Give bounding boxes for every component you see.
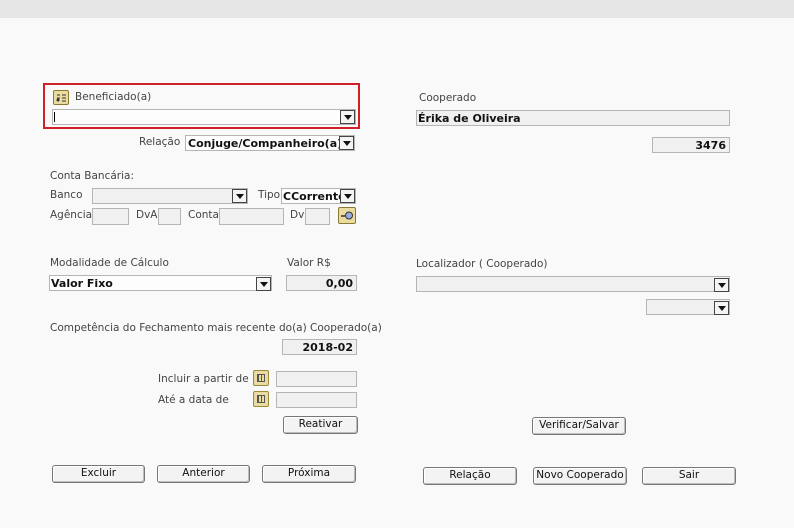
conta-field[interactable] (219, 208, 284, 225)
modalidade-dropdown-icon[interactable] (256, 277, 271, 291)
valor-label: Valor R$ (287, 257, 331, 269)
conta-bancaria-title: Conta Bancária: (50, 170, 135, 182)
banco-combo[interactable] (92, 188, 248, 204)
tipo-value: CCorrente (283, 190, 346, 203)
dv-field[interactable] (305, 208, 330, 225)
incluir-date-field[interactable] (276, 371, 357, 387)
relacao-value: Conjuge/Companheiro(a) (188, 137, 343, 150)
cooperado-label: Cooperado (419, 92, 477, 104)
cooperado-name-field: Érika de Oliveira (416, 110, 730, 126)
banco-dropdown-icon[interactable] (232, 189, 247, 203)
beneficiado-combo[interactable] (52, 109, 356, 125)
valor-value: 0,00 (325, 277, 353, 290)
modalidade-value: Valor Fixo (51, 277, 113, 290)
ate-label: Até a data de (158, 394, 229, 406)
cooperado-name: Érika de Oliveira (418, 112, 521, 125)
cooperado-code-field: 3476 (652, 137, 730, 153)
relacao-dropdown-icon[interactable] (339, 136, 354, 150)
verificar-salvar-button[interactable]: Verificar/Salvar (532, 417, 626, 435)
competencia-field: 2018-02 (282, 339, 357, 355)
dva-label: DvA (136, 209, 158, 221)
tipo-dropdown-icon[interactable] (340, 189, 355, 203)
localizador-label: Localizador ( Cooperado) (416, 258, 548, 270)
bank-search-icon[interactable] (338, 207, 356, 224)
top-bar (0, 0, 794, 18)
sair-button[interactable]: Sair (642, 467, 736, 485)
beneficiado-icon[interactable] (53, 90, 69, 105)
agencia-field[interactable] (92, 208, 129, 225)
agencia-label: Agência (50, 209, 93, 221)
beneficiado-dropdown-icon[interactable] (340, 110, 355, 124)
text-cursor (54, 112, 55, 122)
localizador-combo[interactable] (416, 276, 730, 292)
incluir-calendar-icon[interactable] (253, 370, 269, 386)
competencia-label: Competência do Fechamento mais recente d… (50, 322, 382, 334)
localizador-dropdown-icon[interactable] (714, 278, 729, 292)
relacao-button[interactable]: Relação (423, 467, 517, 485)
dva-field[interactable] (158, 208, 181, 225)
ate-calendar-icon[interactable] (253, 391, 269, 407)
reativar-button[interactable]: Reativar (283, 416, 358, 434)
valor-field[interactable]: 0,00 (286, 275, 357, 291)
dv-label: Dv (290, 209, 305, 221)
incluir-label: Incluir a partir de (158, 373, 249, 385)
conta-label: Conta (188, 209, 219, 221)
localizador-secondary-dropdown-icon[interactable] (714, 301, 729, 315)
anterior-button[interactable]: Anterior (157, 465, 250, 483)
modalidade-combo[interactable]: Valor Fixo (49, 275, 272, 291)
ate-date-field[interactable] (276, 392, 357, 408)
banco-label: Banco (50, 189, 83, 201)
novo-cooperado-button[interactable]: Novo Cooperado (533, 467, 627, 485)
relacao-label: Relação (139, 136, 181, 148)
cooperado-code: 3476 (695, 139, 726, 152)
relacao-combo[interactable]: Conjuge/Companheiro(a) (185, 135, 355, 151)
proxima-button[interactable]: Próxima (262, 465, 356, 483)
beneficiado-label: Beneficiado(a) (75, 91, 152, 103)
tipo-label: Tipo (258, 189, 281, 201)
modalidade-label: Modalidade de Cálculo (50, 257, 169, 269)
excluir-button[interactable]: Excluir (52, 465, 145, 483)
competencia-value: 2018-02 (302, 341, 354, 354)
